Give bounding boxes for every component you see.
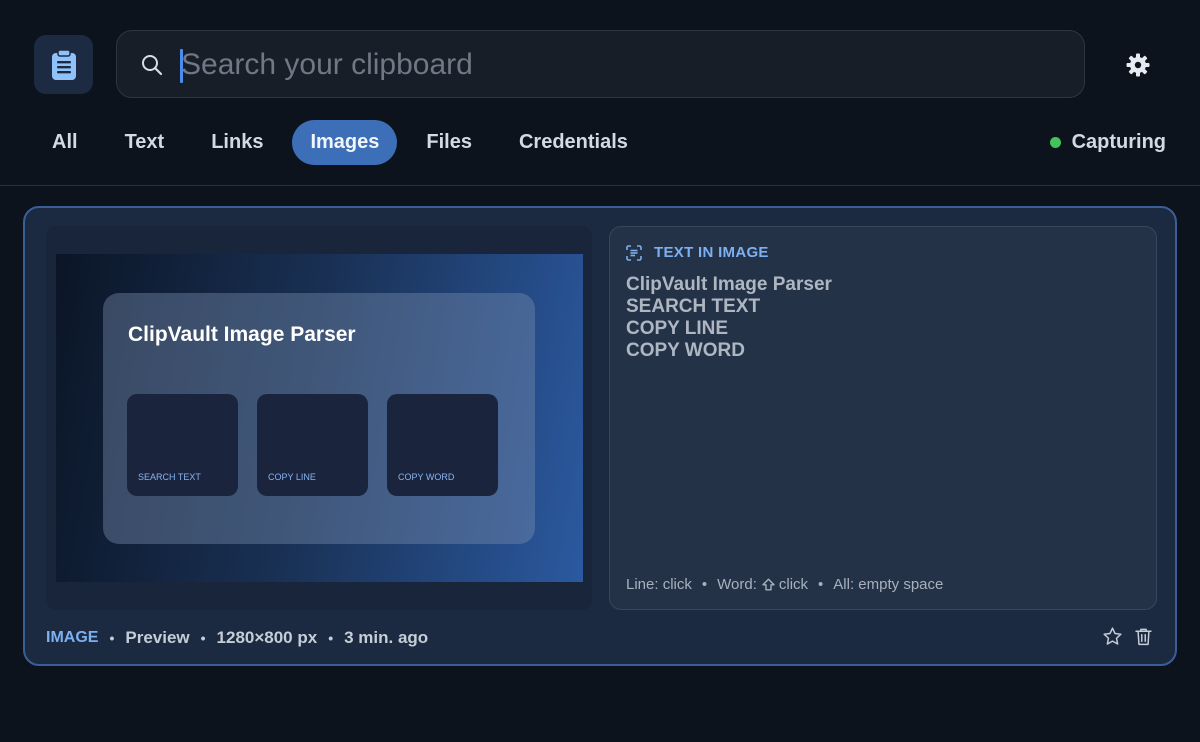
tab-images[interactable]: Images bbox=[292, 120, 398, 165]
hint-separator: • bbox=[701, 576, 708, 593]
hint-word-suffix: click bbox=[778, 576, 809, 593]
trash-icon bbox=[1135, 628, 1152, 646]
status-label: Capturing bbox=[1071, 131, 1166, 153]
ocr-hints: Line: click • Word: click • All: empty s… bbox=[626, 576, 943, 593]
tab-all[interactable]: All bbox=[34, 120, 96, 165]
clip-timestamp: 3 min. ago bbox=[344, 628, 429, 647]
ocr-panel[interactable]: TEXT IN IMAGE ClipVault Image Parser SEA… bbox=[609, 226, 1157, 610]
preview-tile: SEARCH TEXT bbox=[127, 394, 238, 496]
ocr-text: ClipVault Image Parser SEARCH TEXT COPY … bbox=[626, 274, 832, 362]
tab-text[interactable]: Text bbox=[107, 120, 183, 165]
image-preview[interactable]: ClipVault Image Parser SEARCH TEXT COPY … bbox=[46, 226, 592, 610]
ocr-line[interactable]: SEARCH TEXT bbox=[626, 296, 832, 318]
clip-card[interactable]: ClipVault Image Parser SEARCH TEXT COPY … bbox=[23, 206, 1177, 666]
settings-button[interactable] bbox=[1126, 53, 1150, 77]
meta-separator: • bbox=[200, 630, 206, 646]
hint-line: Line: click bbox=[626, 576, 692, 593]
ocr-line[interactable]: ClipVault Image Parser bbox=[626, 274, 832, 296]
clip-metadata: IMAGE • Preview • 1280×800 px • 3 min. a… bbox=[46, 628, 428, 648]
hint-word-prefix: Word: bbox=[717, 576, 757, 593]
tab-links[interactable]: Links bbox=[193, 120, 281, 165]
preview-tile-label: COPY WORD bbox=[398, 472, 455, 482]
ocr-line[interactable]: COPY LINE bbox=[626, 318, 832, 340]
ocr-heading-label: TEXT IN IMAGE bbox=[654, 244, 769, 261]
meta-separator: • bbox=[109, 630, 115, 646]
status-dot bbox=[1049, 137, 1061, 148]
text-scan-icon bbox=[626, 244, 642, 261]
clip-dimensions: 1280×800 px bbox=[216, 628, 318, 647]
star-icon bbox=[1103, 627, 1122, 645]
preview-title: ClipVault Image Parser bbox=[128, 323, 356, 346]
app-logo[interactable] bbox=[34, 35, 93, 94]
meta-separator: • bbox=[328, 630, 334, 646]
clip-kind: Preview bbox=[125, 628, 190, 647]
capture-status[interactable]: Capturing bbox=[1049, 131, 1166, 154]
search-bar[interactable] bbox=[116, 30, 1085, 98]
preview-tile: COPY LINE bbox=[257, 394, 368, 496]
ocr-heading: TEXT IN IMAGE bbox=[626, 244, 769, 261]
hint-all: All: empty space bbox=[833, 576, 944, 593]
preview-panel: ClipVault Image Parser SEARCH TEXT COPY … bbox=[103, 293, 535, 544]
preview-tile-label: SEARCH TEXT bbox=[138, 472, 201, 482]
shift-key-icon bbox=[762, 578, 775, 591]
search-input[interactable] bbox=[181, 45, 1061, 85]
preview-tile: COPY WORD bbox=[387, 394, 498, 496]
tab-credentials[interactable]: Credentials bbox=[501, 120, 646, 165]
ocr-line[interactable]: COPY WORD bbox=[626, 340, 832, 362]
clip-actions bbox=[1102, 626, 1154, 647]
delete-button[interactable] bbox=[1133, 626, 1154, 647]
clip-type-badge: IMAGE bbox=[46, 629, 99, 646]
header-divider bbox=[0, 185, 1200, 186]
tab-files[interactable]: Files bbox=[408, 120, 490, 165]
gear-icon bbox=[1126, 53, 1150, 77]
filter-tabs: All Text Links Images Files Credentials bbox=[34, 120, 657, 165]
clipboard-icon bbox=[51, 48, 76, 80]
hint-separator: • bbox=[818, 576, 824, 593]
search-icon bbox=[142, 55, 163, 76]
preview-tile-label: COPY LINE bbox=[268, 472, 316, 482]
favorite-button[interactable] bbox=[1102, 626, 1123, 647]
preview-image: ClipVault Image Parser SEARCH TEXT COPY … bbox=[56, 254, 583, 582]
